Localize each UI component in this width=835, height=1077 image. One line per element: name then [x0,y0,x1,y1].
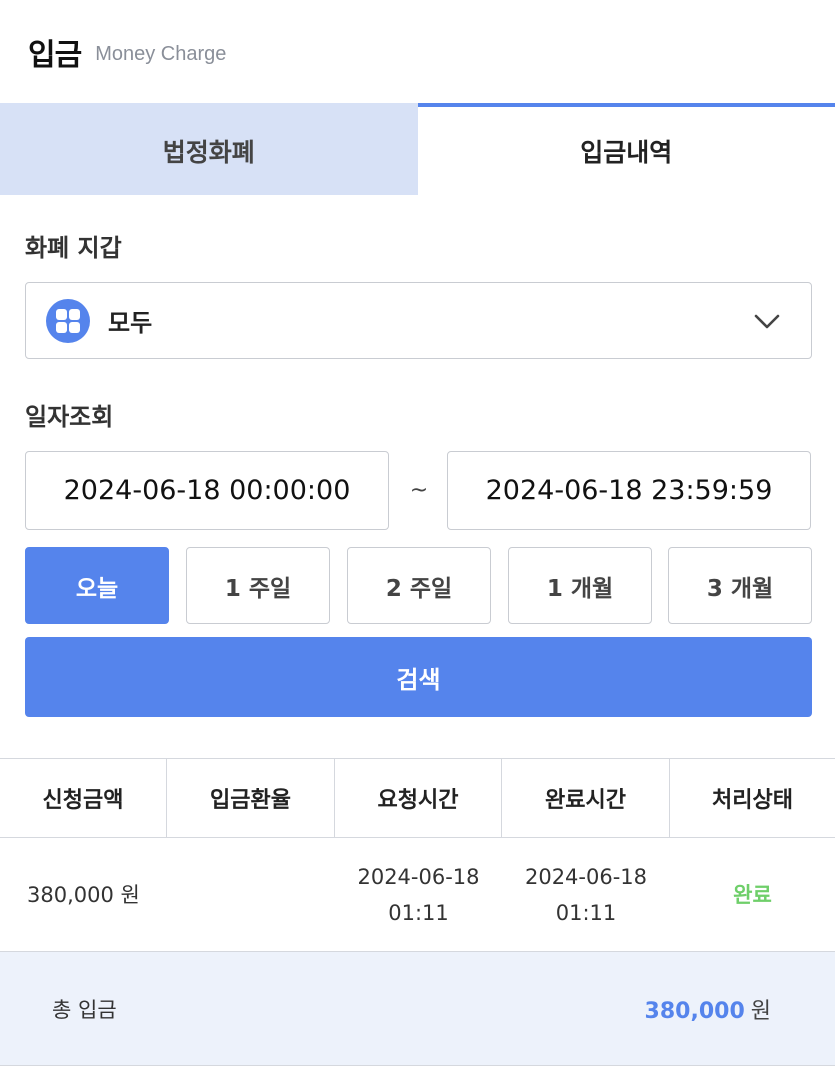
row-complete-clock: 01:11 [555,900,617,925]
row-rate [167,838,335,951]
row-complete-time: 2024-06-18 01:11 [502,838,670,951]
row-status: 완료 [733,882,772,907]
wallet-label: 화폐 지갑 [25,234,122,262]
page-subtitle: Money Charge [95,43,227,65]
period-3month-button[interactable]: 3 개월 [668,547,812,624]
total-summary: 총 입금 380,000 원 [0,952,835,1066]
total-unit: 원 [750,998,771,1024]
row-request-date: 2024-06-18 [357,864,480,889]
deposit-history-table: 신청금액 입금환율 요청시간 완료시간 처리상태 380,000 원 2024-… [0,758,835,952]
chevron-down-icon [754,314,780,329]
period-2week-button[interactable]: 2 주일 [347,547,491,624]
table-header: 신청금액 입금환율 요청시간 완료시간 처리상태 [0,758,835,838]
col-header-complete-time: 완료시간 [502,759,670,837]
col-header-amount: 신청금액 [0,759,167,837]
col-header-rate: 입금환율 [167,759,335,837]
period-1month-button[interactable]: 1 개월 [508,547,652,624]
date-separator: ~ [409,478,429,503]
table-row: 380,000 원 2024-06-18 01:11 2024-06-18 01… [0,838,835,952]
total-label: 총 입금 [52,997,117,1022]
page-title: 입금 [28,37,82,73]
period-today-button[interactable]: 오늘 [25,547,169,624]
tab-fiat[interactable]: 법정화폐 [0,103,418,195]
date-query-label: 일자조회 [25,403,114,431]
end-date-input[interactable]: 2024-06-18 23:59:59 [447,451,811,530]
tab-bar: 법정화폐 입금내역 [0,103,835,195]
col-header-status: 처리상태 [712,788,793,813]
start-date-input[interactable]: 2024-06-18 00:00:00 [25,451,389,530]
grid-icon [46,298,90,343]
row-complete-date: 2024-06-18 [524,864,648,889]
period-1week-button[interactable]: 1 주일 [186,547,330,624]
row-amount: 380,000 원 [27,882,140,907]
total-value: 380,000 원 [645,993,771,1025]
search-button[interactable]: 검색 [25,637,812,717]
wallet-select[interactable]: 모두 [25,282,812,359]
row-request-time: 2024-06-18 01:11 [335,838,502,951]
wallet-selected-value: 모두 [108,309,153,337]
total-amount: 380,000 [644,998,745,1024]
page-header: 입금 Money Charge [0,0,835,103]
row-request-clock: 01:11 [388,900,449,925]
col-header-request-time: 요청시간 [335,759,502,837]
tab-deposit-history[interactable]: 입금내역 [417,103,835,195]
